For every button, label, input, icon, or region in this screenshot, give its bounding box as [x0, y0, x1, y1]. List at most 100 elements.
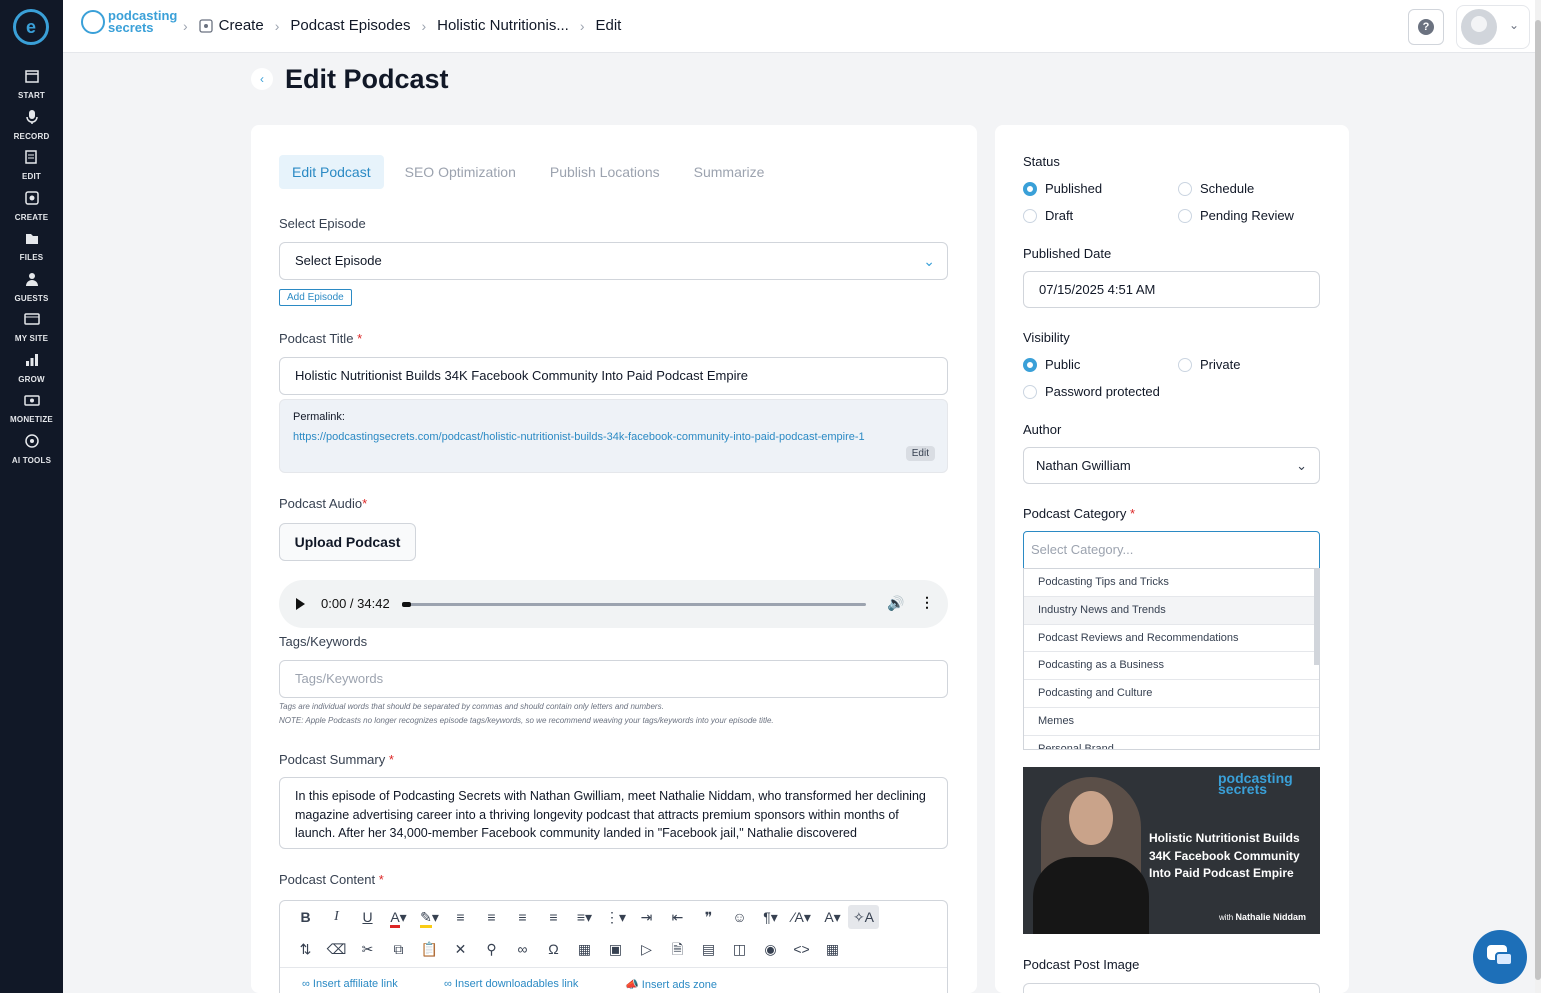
upload-podcast-button[interactable]: Upload Podcast: [279, 523, 416, 561]
embed-icon[interactable]: ◫: [724, 937, 755, 961]
tab-edit-podcast[interactable]: Edit Podcast: [279, 155, 384, 189]
category-option[interactable]: Podcast Reviews and Recommendations: [1024, 625, 1319, 653]
quote-icon[interactable]: ❞: [693, 905, 724, 929]
tags-label: Tags/Keywords: [279, 634, 368, 649]
link-icon[interactable]: ∞: [507, 937, 538, 961]
visibility-private-radio[interactable]: Private: [1178, 357, 1240, 372]
nav-ai-tools[interactable]: AI TOOLS: [0, 433, 63, 466]
nav-guests[interactable]: GUESTS: [0, 271, 63, 304]
author-select[interactable]: Nathan Gwilliam ⌄: [1023, 447, 1320, 484]
paragraph-icon[interactable]: ¶▾: [755, 905, 786, 929]
add-episode-button[interactable]: Add Episode: [279, 289, 352, 306]
indent-icon[interactable]: ⇥: [631, 905, 662, 929]
podcast-title-input[interactable]: Holistic Nutritionist Builds 34K Faceboo…: [279, 357, 948, 395]
file-icon[interactable]: 🗎: [662, 937, 693, 961]
back-button[interactable]: ‹: [251, 68, 273, 90]
align-justify-icon[interactable]: ≡: [538, 905, 569, 929]
font-family-icon[interactable]: A▾: [817, 905, 848, 929]
underline-icon[interactable]: U: [352, 905, 383, 929]
app-logo-icon[interactable]: e: [13, 9, 49, 45]
highlight-color-icon[interactable]: ✎▾: [414, 905, 445, 929]
visibility-password-radio[interactable]: Password protected: [1023, 384, 1160, 399]
fullscreen-icon[interactable]: ▦: [817, 937, 848, 961]
category-option[interactable]: Podcasting and Culture: [1024, 680, 1319, 708]
nav-files[interactable]: FILES: [0, 230, 63, 263]
insert-ads-zone[interactable]: 📣 Insert ads zone: [625, 978, 717, 991]
italic-icon[interactable]: I: [321, 905, 352, 929]
paste-icon[interactable]: 📋: [414, 937, 445, 961]
breadcrumb-episode[interactable]: Holistic Nutritionis...: [437, 17, 569, 34]
scrollbar-thumb[interactable]: [1535, 20, 1541, 980]
page-scrollbar[interactable]: [1535, 0, 1541, 993]
emoji-icon[interactable]: ☺: [724, 905, 755, 929]
nav-edit[interactable]: EDIT: [0, 149, 63, 182]
more-options-icon[interactable]: ⋮: [920, 594, 934, 611]
nav-grow[interactable]: GROW: [0, 352, 63, 385]
status-published-radio[interactable]: Published: [1023, 181, 1102, 196]
category-search-input[interactable]: Select Category...: [1023, 531, 1320, 569]
breadcrumb-podcast-episodes[interactable]: Podcast Episodes: [290, 17, 410, 34]
permalink-url[interactable]: https://podcastingsecrets.com/podcast/ho…: [293, 431, 865, 443]
insert-downloadables-link[interactable]: ∞ Insert downloadables link: [444, 978, 578, 990]
tab-seo-optimization[interactable]: SEO Optimization: [392, 155, 529, 189]
template-icon[interactable]: ▤: [693, 937, 724, 961]
search-icon[interactable]: ⚲: [476, 937, 507, 961]
volume-icon[interactable]: 🔊: [887, 595, 904, 612]
image-icon[interactable]: ▣: [600, 937, 631, 961]
cut-icon[interactable]: ✂: [352, 937, 383, 961]
copy-icon[interactable]: ⧉: [383, 937, 414, 961]
nav-start[interactable]: START: [0, 68, 63, 101]
permalink-edit-button[interactable]: Edit: [905, 446, 935, 461]
nav-create[interactable]: CREATE: [0, 190, 63, 223]
special-char-icon[interactable]: Ω: [538, 937, 569, 961]
help-button[interactable]: ?: [1408, 9, 1444, 45]
breadcrumb-create[interactable]: Create: [219, 17, 264, 34]
eraser-icon[interactable]: ⌫: [321, 937, 352, 961]
chat-button[interactable]: [1473, 930, 1527, 984]
status-schedule-radio[interactable]: Schedule: [1178, 181, 1254, 196]
bold-icon[interactable]: B: [290, 905, 321, 929]
align-left-icon[interactable]: ≡: [445, 905, 476, 929]
visibility-public-radio[interactable]: Public: [1023, 357, 1080, 372]
nav-monetize[interactable]: MONETIZE: [0, 392, 63, 425]
published-date-input[interactable]: 07/15/2025 4:51 AM: [1023, 271, 1320, 308]
dropdown-scrollbar[interactable]: [1314, 569, 1319, 665]
insert-affiliate-link[interactable]: ∞ Insert affiliate link: [302, 978, 398, 990]
tab-summarize[interactable]: Summarize: [681, 155, 778, 189]
publish-settings-card: Status Published Schedule Draft Pending …: [995, 125, 1349, 993]
podcast-summary-textarea[interactable]: In this episode of Podcasting Secrets wi…: [279, 777, 948, 849]
code-icon[interactable]: <>: [786, 937, 817, 961]
nav-record[interactable]: RECORD: [0, 109, 63, 142]
tags-input[interactable]: Tags/Keywords: [279, 660, 948, 698]
nav-my-site[interactable]: MY SITE: [0, 311, 63, 344]
audio-seek-bar[interactable]: [402, 602, 866, 607]
status-pending-review-radio[interactable]: Pending Review: [1178, 208, 1294, 223]
category-option[interactable]: Industry News and Trends: [1024, 596, 1319, 625]
align-center-icon[interactable]: ≡: [476, 905, 507, 929]
bullet-list-icon[interactable]: ⋮▾: [600, 905, 631, 929]
nav-my-site-label: MY SITE: [14, 334, 49, 343]
category-option[interactable]: Memes: [1024, 708, 1319, 736]
clear-format-icon[interactable]: ✧A: [848, 905, 879, 929]
play-icon[interactable]: [296, 598, 305, 610]
outdent-icon[interactable]: ⇤: [662, 905, 693, 929]
brand-logo[interactable]: podcasting secrets: [81, 9, 177, 34]
select-episode-dropdown[interactable]: Select Episode ⌄: [279, 242, 948, 280]
status-draft-radio[interactable]: Draft: [1023, 208, 1073, 223]
preview-icon[interactable]: ◉: [755, 937, 786, 961]
text-color-icon[interactable]: A▾: [383, 905, 414, 929]
line-height-icon[interactable]: ⇅: [290, 937, 321, 961]
chat-bubble-icon: [1495, 952, 1513, 966]
podcast-post-image-upload[interactable]: [1023, 983, 1320, 993]
category-option[interactable]: Podcasting Tips and Tricks: [1024, 569, 1319, 597]
video-icon[interactable]: ▷: [631, 937, 662, 961]
user-menu[interactable]: ⌄: [1456, 5, 1530, 49]
table-icon[interactable]: ▦: [569, 937, 600, 961]
align-right-icon[interactable]: ≡: [507, 905, 538, 929]
numbered-list-icon[interactable]: ≡▾: [569, 905, 600, 929]
remove-format-icon[interactable]: ✕: [445, 937, 476, 961]
category-option[interactable]: Personal Brand: [1024, 736, 1319, 749]
font-size-icon[interactable]: ⁄A▾: [786, 905, 817, 929]
tab-publish-locations[interactable]: Publish Locations: [537, 155, 673, 189]
category-option[interactable]: Podcasting as a Business: [1024, 652, 1319, 681]
